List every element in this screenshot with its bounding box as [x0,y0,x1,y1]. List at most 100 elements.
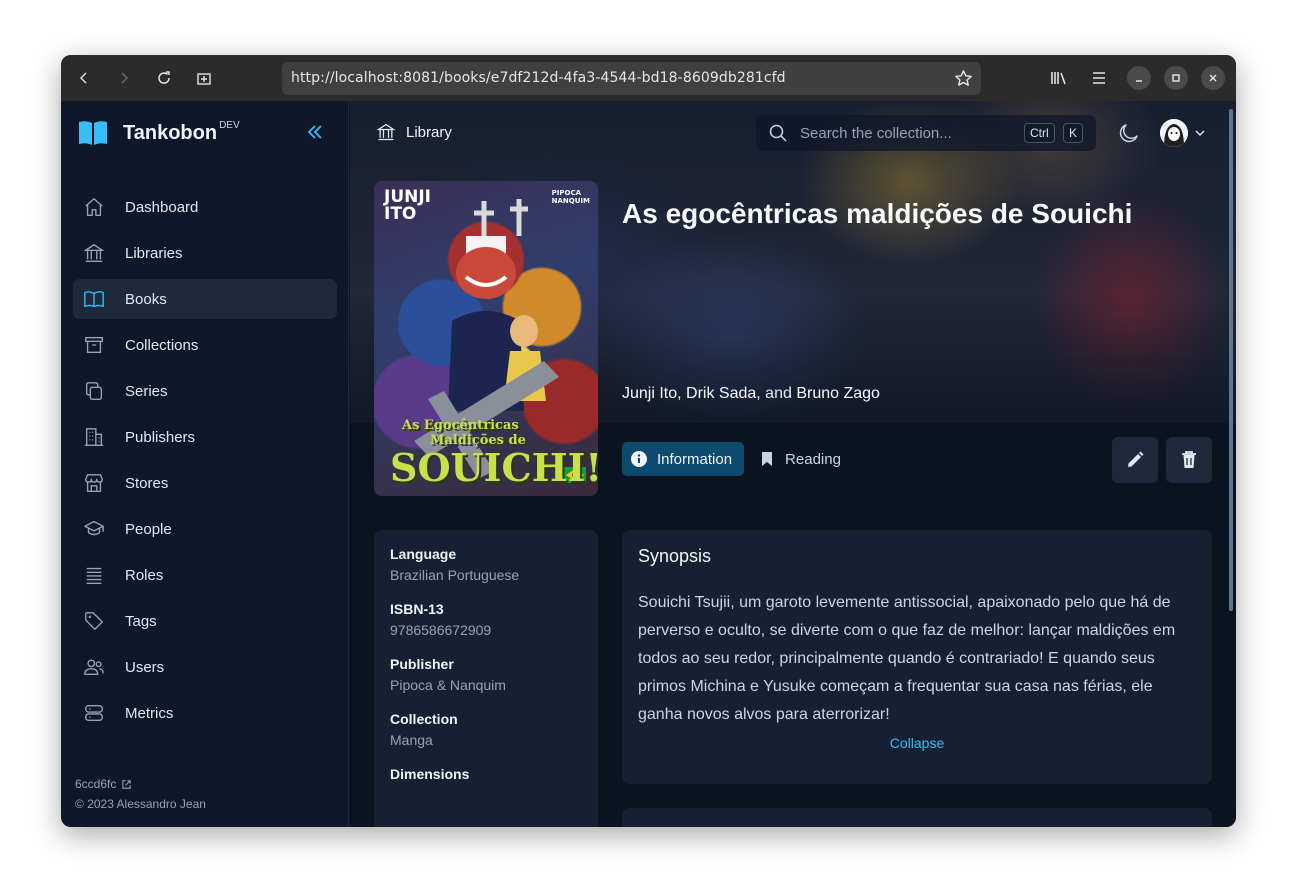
sidebar-footer: 6ccd6fc © 2023 Alessandro Jean [75,777,206,817]
delete-button[interactable] [1166,437,1212,483]
author-link[interactable]: Junji Ito [622,385,677,402]
info-value[interactable]: Manga [390,732,582,748]
tab-label: Reading [785,450,841,468]
info-row-isbn: ISBN-13 9786586672909 [390,601,582,638]
archive-box-icon [82,333,106,357]
topbar: Library Search the collection... Ctrl K [350,101,1236,163]
sidebar-item-label: Tags [125,612,157,630]
main-content: Library Search the collection... Ctrl K … [350,101,1236,827]
book-title: As egocêntricas maldições de Souichi [622,198,1133,229]
tag-icon [82,609,106,633]
menu-icon[interactable] [1087,66,1111,90]
sidebar-item-label: Stores [125,474,169,492]
breadcrumb-label: Library [406,123,452,141]
sidebar-item-label: People [125,520,172,538]
info-value: Brazilian Portuguese [390,567,520,583]
library-icon[interactable] [1047,66,1071,90]
brand-badge: DEV [219,119,240,131]
tab-information[interactable]: Information [622,442,745,476]
tab-reading[interactable]: Reading [750,442,853,476]
sidebar-item-libraries[interactable]: Libraries [73,233,337,273]
address-bar[interactable]: http://localhost:8081/books/e7df212d-4fa… [282,62,981,95]
sidebar-item-label: Books [125,290,167,308]
brand-name: Tankobon [123,121,218,144]
search-icon [768,123,788,143]
cover-title-line-3: SOUICHI! [390,445,598,490]
sidebar-item-label: Series [125,382,168,400]
building-columns-icon [376,122,396,142]
sidebar-item-users[interactable]: Users [73,647,337,687]
scrollbar[interactable] [1229,109,1233,611]
sidebar-item-label: Metrics [125,704,174,722]
external-link-icon [121,779,132,790]
synopsis-card: Synopsis Souichi Tsujii, um garoto levem… [622,530,1212,784]
office-building-icon [82,425,106,449]
sidebar-item-books[interactable]: Books [73,279,337,319]
minimize-icon[interactable] [1127,66,1151,90]
stack-icon [82,379,106,403]
info-row-collection: Collection Manga [390,711,582,748]
author-separator: , [677,385,687,402]
info-value[interactable]: Pipoca & Nanquim [390,677,582,693]
collapse-button[interactable]: Collapse [638,735,1196,751]
sidebar-item-series[interactable]: Series [73,371,337,411]
copyright: © 2023 Alessandro Jean [75,797,206,811]
next-card [622,808,1212,827]
commit-hash: 6ccd6fc [75,777,117,791]
sidebar-item-metrics[interactable]: Metrics [73,693,337,733]
sidebar-item-dashboard[interactable]: Dashboard [73,187,337,227]
close-icon[interactable] [1201,66,1225,90]
commit-link[interactable]: 6ccd6fc [75,777,206,791]
sidebar-item-label: Dashboard [125,198,199,216]
breadcrumb[interactable]: Library [376,122,452,142]
back-icon[interactable] [72,66,96,90]
sidebar-item-label: Roles [125,566,164,584]
sidebar: Tankobon DEV Dashboard Libraries Books C… [61,101,349,827]
bookmark-star-icon[interactable] [954,69,973,88]
sidebar-item-roles[interactable]: Roles [73,555,337,595]
sidebar-item-tags[interactable]: Tags [73,601,337,641]
avatar[interactable] [1160,119,1188,147]
synopsis-title: Synopsis [638,546,712,566]
info-row-publisher: Publisher Pipoca & Nanquim [390,656,582,693]
author-link[interactable]: Bruno Zago [796,385,880,402]
forward-icon[interactable] [112,66,136,90]
logo-book-icon [77,119,109,147]
info-label: Dimensions [390,766,470,782]
bookmark-icon [758,450,776,468]
sidebar-nav: Dashboard Libraries Books Collections Se… [73,187,337,739]
users-icon [82,655,106,679]
edit-button[interactable] [1112,437,1158,483]
book-cover: JUNJI ITO PIPOCA NANQUIM As Egocêntricas… [374,181,598,496]
brand[interactable]: Tankobon DEV [77,118,240,148]
info-label: Collection [390,711,458,727]
new-tab-icon[interactable] [192,66,216,90]
book-authors: Junji Ito, Drik Sada, and Bruno Zago [622,385,880,403]
search-input[interactable]: Search the collection... Ctrl K [756,115,1096,151]
sidebar-item-publishers[interactable]: Publishers [73,417,337,457]
moon-icon[interactable] [1117,121,1141,145]
tab-label: Information [657,450,733,468]
sidebar-item-label: Publishers [125,428,196,446]
sidebar-item-collections[interactable]: Collections [73,325,337,365]
browser-toolbar: http://localhost:8081/books/e7df212d-4fa… [61,55,1236,101]
maximize-icon[interactable] [1164,66,1188,90]
shortcut-key: K [1063,123,1084,143]
queue-list-icon [82,563,106,587]
server-stack-icon [82,701,106,725]
cover-title-line-1: As Egocêntricas [402,418,519,433]
reload-icon[interactable] [152,66,176,90]
collapse-sidebar-icon[interactable] [305,122,325,142]
sidebar-item-people[interactable]: People [73,509,337,549]
cover-title-art: As Egocêntricas Maldições de SOUICHI! [390,418,598,488]
info-row-language: Language Brazilian Portuguese [390,546,582,583]
sidebar-item-stores[interactable]: Stores [73,463,337,503]
author-link[interactable]: Drik Sada [686,385,756,402]
synopsis-body: Souichi Tsujii, um garoto levemente anti… [638,594,1176,723]
book-info-card: Language Brazilian Portuguese ISBN-13 97… [374,530,598,827]
info-row-dimensions: Dimensions [390,766,582,782]
chevron-down-icon[interactable] [1193,126,1207,140]
building-columns-icon [82,241,106,265]
sidebar-item-label: Users [125,658,165,676]
author-separator: , and [756,385,797,402]
